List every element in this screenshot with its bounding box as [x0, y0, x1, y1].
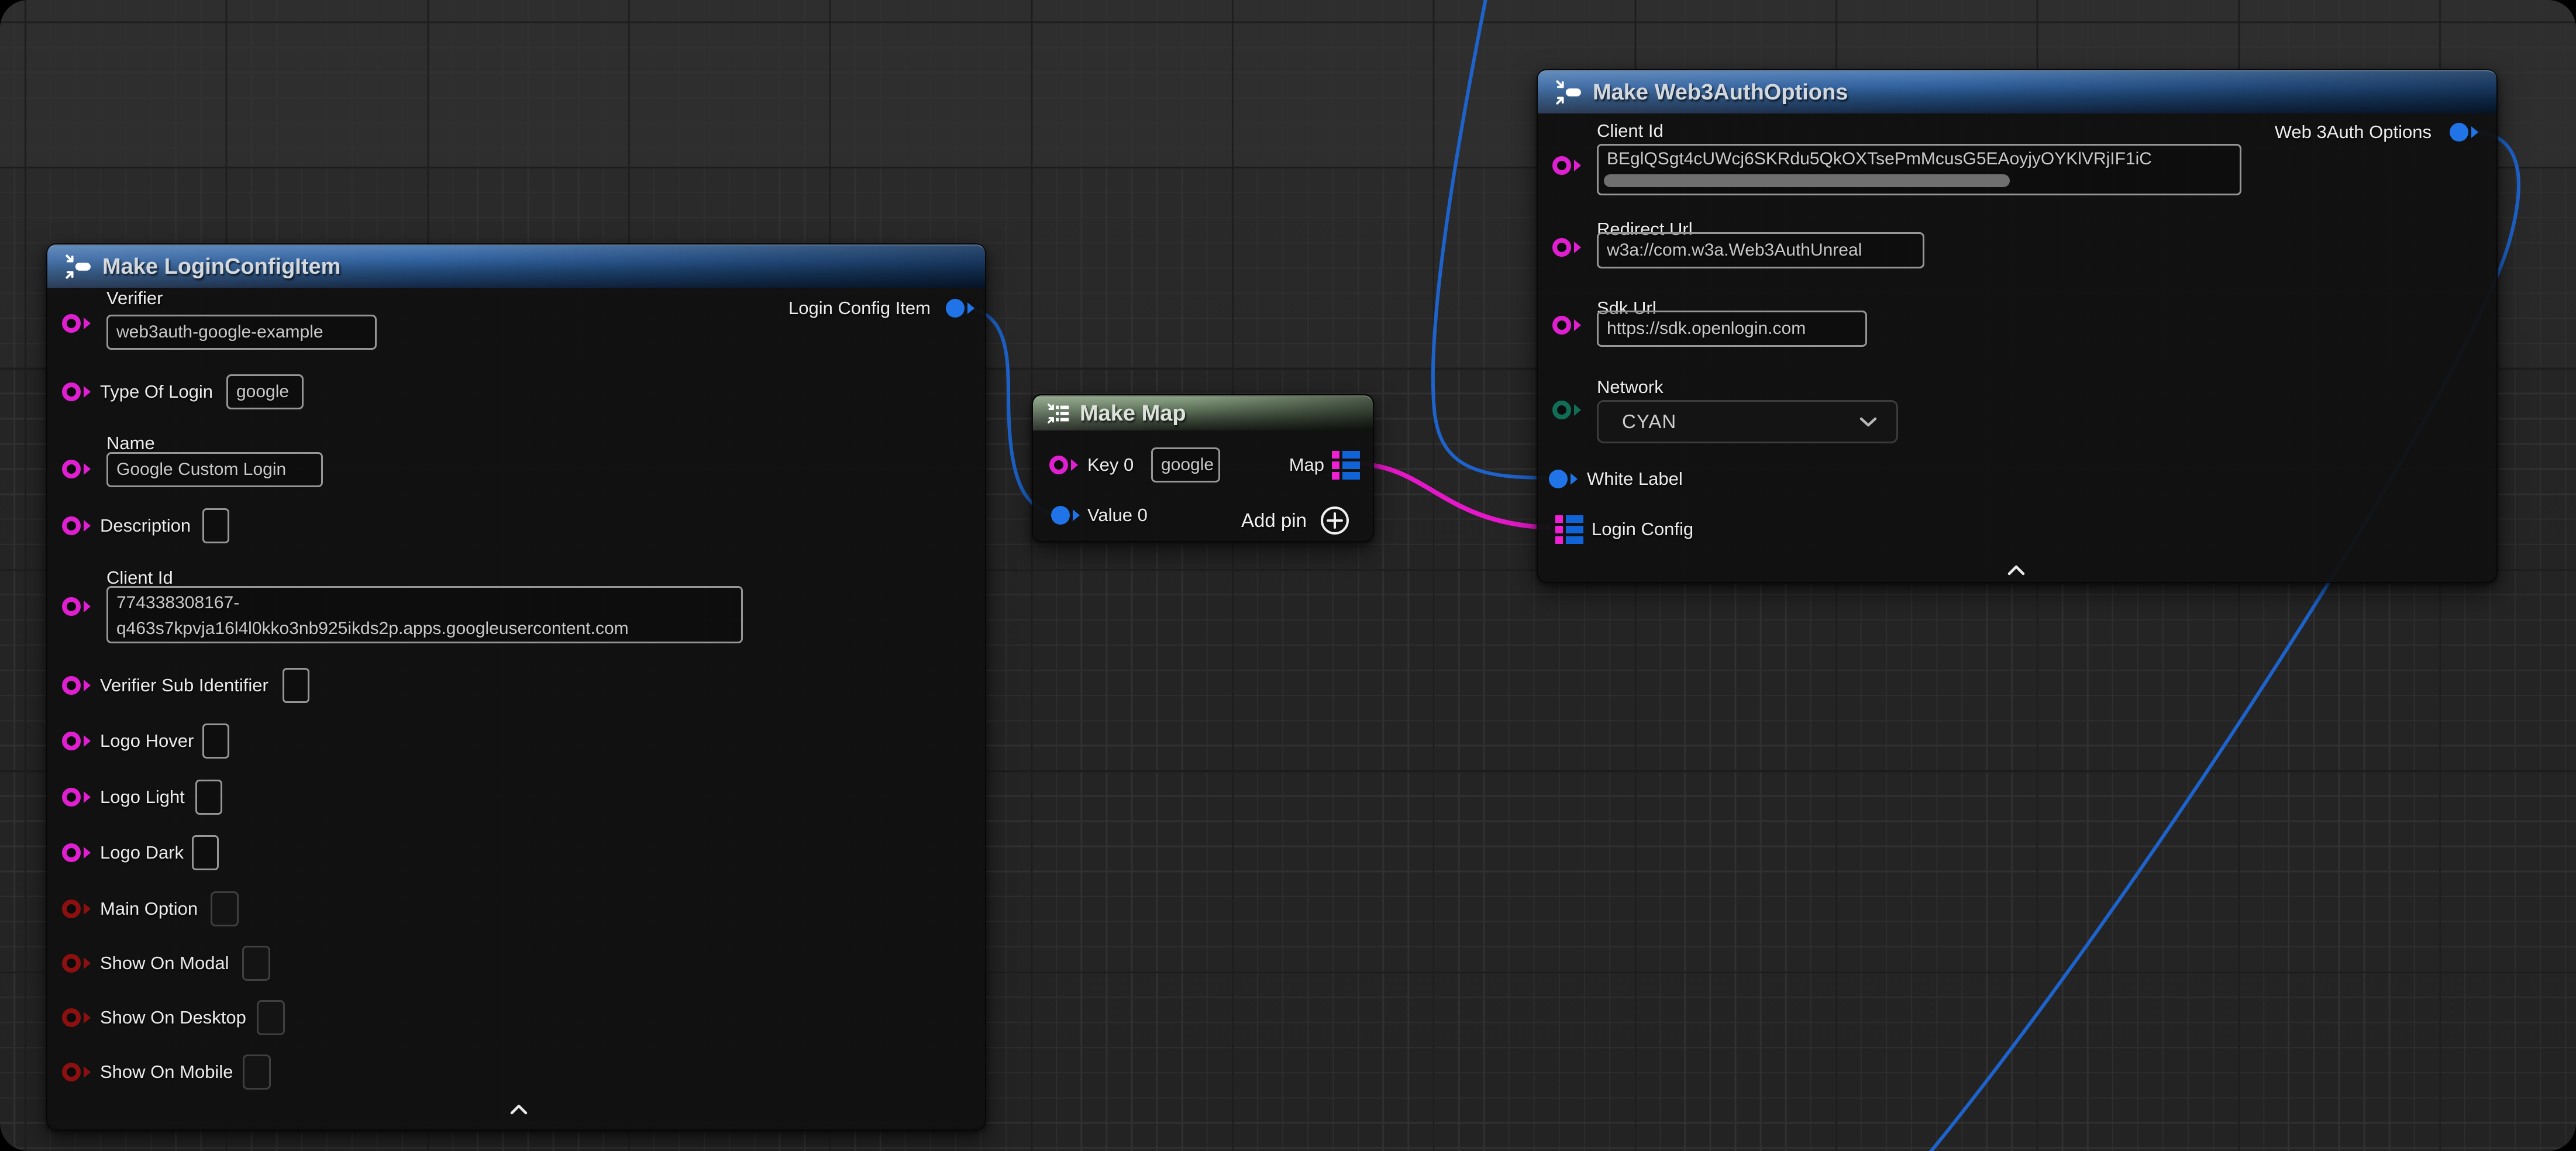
- node-header[interactable]: Make Map: [1033, 395, 1373, 430]
- verifier-input[interactable]: web3auth-google-example: [106, 315, 377, 350]
- network-dropdown[interactable]: CYAN: [1597, 400, 1898, 443]
- pin-label-client-id: Client Id: [106, 567, 173, 588]
- verifier-sub-identifier-input[interactable]: [283, 668, 309, 703]
- pin-label-name: Name: [106, 433, 155, 454]
- pin-label-key0: Key 0: [1087, 454, 1134, 475]
- pin-label-type-of-login: Type Of Login: [100, 381, 213, 402]
- pin-label-web3auth-options: Web 3Auth Options: [2275, 122, 2432, 143]
- input-pin-redirect-url[interactable]: [1551, 235, 1583, 260]
- main-option-checkbox[interactable]: [211, 891, 239, 926]
- collapse-node-button[interactable]: [507, 1102, 531, 1120]
- pin-label-logo-dark: Logo Dark: [100, 842, 184, 863]
- input-pin-client-id[interactable]: [1551, 153, 1583, 178]
- client-id-line1: 774338308167-: [116, 590, 733, 616]
- output-pin-map[interactable]: [1332, 451, 1360, 480]
- input-pin-description[interactable]: [60, 513, 93, 539]
- blueprint-graph-canvas[interactable]: Make LoginConfigItem Login Config Item V…: [0, 0, 2576, 1151]
- make-struct-icon: [63, 252, 92, 281]
- sdk-url-input[interactable]: https://sdk.openlogin.com: [1597, 311, 1867, 347]
- add-pin-plus-icon: [1320, 505, 1350, 536]
- input-pin-login-config[interactable]: [1555, 515, 1583, 544]
- redirect-url-input[interactable]: w3a://com.w3a.Web3AuthUnreal: [1597, 232, 1924, 268]
- pin-label-main-option: Main Option: [100, 898, 198, 919]
- input-pin-main-option[interactable]: [60, 896, 93, 922]
- make-map-icon: [1045, 400, 1072, 427]
- client-id-input[interactable]: 774338308167- q463s7kpvja16l4l0kko3nb925…: [106, 586, 743, 643]
- logo-light-input[interactable]: [195, 780, 222, 815]
- client-id-line2: q463s7kpvja16l4l0kko3nb925ikds2p.apps.go…: [116, 616, 733, 642]
- show-on-mobile-checkbox[interactable]: [243, 1054, 271, 1090]
- input-pin-white-label[interactable]: [1547, 466, 1580, 492]
- pin-label-client-id: Client Id: [1597, 120, 1664, 142]
- input-pin-show-on-mobile[interactable]: [60, 1059, 93, 1085]
- input-pin-logo-dark[interactable]: [60, 840, 93, 866]
- collapse-node-button[interactable]: [2004, 563, 2029, 581]
- pin-label-verifier-sub-identifier: Verifier Sub Identifier: [100, 675, 268, 696]
- node-title: Make Web3AuthOptions: [1593, 80, 1848, 105]
- input-pin-key0[interactable]: [1048, 452, 1080, 478]
- pin-label-verifier: Verifier: [106, 288, 163, 309]
- input-pin-logo-light[interactable]: [60, 784, 93, 810]
- input-pin-show-on-desktop[interactable]: [60, 1005, 93, 1031]
- node-make-loginconfigitem[interactable]: Make LoginConfigItem Login Config Item V…: [46, 243, 986, 1131]
- make-struct-icon: [1553, 78, 1582, 107]
- type-of-login-input[interactable]: google: [226, 374, 304, 409]
- pin-label-show-on-mobile: Show On Mobile: [100, 1062, 233, 1083]
- pin-label-map: Map: [1289, 454, 1324, 475]
- pin-label-logo-hover: Logo Hover: [100, 730, 194, 752]
- pin-label-value0: Value 0: [1087, 505, 1148, 526]
- input-pin-name[interactable]: [60, 456, 93, 482]
- input-pin-logo-hover[interactable]: [60, 728, 93, 754]
- client-id-value: BEglQSgt4cUWcj6SKRdu5QkOXTsePmMcusG5EAoy…: [1607, 149, 2152, 169]
- description-input[interactable]: [202, 508, 229, 543]
- input-pin-sdk-url[interactable]: [1551, 312, 1583, 338]
- node-title: Make LoginConfigItem: [102, 254, 340, 280]
- output-pin-web3auth-options[interactable]: [2448, 119, 2481, 145]
- network-selected-value: CYAN: [1622, 411, 1676, 433]
- node-header[interactable]: Make Web3AuthOptions: [1538, 70, 2496, 113]
- key0-input[interactable]: google: [1151, 447, 1220, 483]
- chevron-down-icon: [1857, 415, 1880, 429]
- pin-label-show-on-desktop: Show On Desktop: [100, 1007, 246, 1028]
- input-pin-client-id[interactable]: [60, 594, 93, 619]
- chevron-up-icon: [2004, 563, 2029, 578]
- input-pin-type-of-login[interactable]: [60, 379, 93, 405]
- pin-label-description: Description: [100, 515, 191, 536]
- client-id-scrollbar[interactable]: [1604, 174, 2010, 187]
- node-make-web3authoptions[interactable]: Make Web3AuthOptions Web 3Auth Options C…: [1537, 69, 2498, 583]
- node-make-map[interactable]: Make Map Key 0 google Map Value 0 Add pi…: [1032, 394, 1374, 542]
- output-pin-login-config-item[interactable]: [944, 295, 977, 321]
- pin-label-logo-light: Logo Light: [100, 787, 185, 808]
- pin-label-white-label: White Label: [1587, 468, 1683, 490]
- input-pin-show-on-modal[interactable]: [60, 950, 93, 976]
- name-input[interactable]: Google Custom Login: [106, 452, 323, 487]
- chevron-up-icon: [507, 1102, 531, 1117]
- node-title: Make Map: [1080, 401, 1186, 426]
- pin-label-network: Network: [1597, 377, 1664, 398]
- node-header[interactable]: Make LoginConfigItem: [47, 244, 985, 288]
- pin-label-login-config-item: Login Config Item: [788, 298, 931, 319]
- input-pin-verifier-sub-identifier[interactable]: [60, 673, 93, 698]
- client-id-input[interactable]: BEglQSgt4cUWcj6SKRdu5QkOXTsePmMcusG5EAoy…: [1597, 144, 2241, 195]
- add-pin-label: Add pin: [1241, 509, 1307, 532]
- show-on-desktop-checkbox[interactable]: [257, 1000, 285, 1035]
- input-pin-value0[interactable]: [1049, 502, 1082, 528]
- input-pin-verifier[interactable]: [60, 311, 93, 336]
- pin-label-login-config: Login Config: [1592, 519, 1693, 540]
- pin-label-show-on-modal: Show On Modal: [100, 953, 229, 974]
- wire-whitelabel[interactable]: [1433, 0, 1547, 478]
- add-pin-button[interactable]: Add pin: [1241, 505, 1350, 536]
- logo-dark-input[interactable]: [192, 835, 219, 870]
- input-pin-network[interactable]: [1551, 397, 1583, 423]
- show-on-modal-checkbox[interactable]: [242, 946, 270, 981]
- logo-hover-input[interactable]: [202, 723, 229, 759]
- wire-map-to-loginconfig[interactable]: [1359, 464, 1550, 528]
